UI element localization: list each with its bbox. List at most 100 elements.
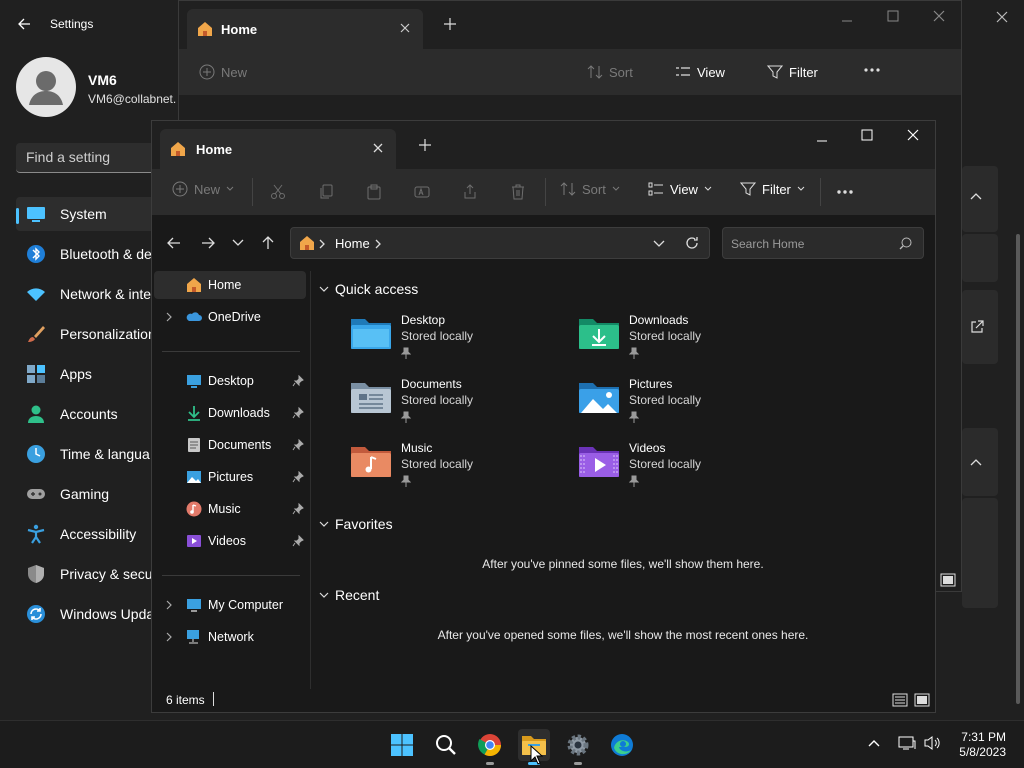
command-bar: New Sort View Filter xyxy=(179,49,961,95)
nav-item-privacy[interactable]: Privacy & secu xyxy=(16,557,166,591)
close-icon[interactable] xyxy=(990,8,1014,26)
edge-icon[interactable] xyxy=(606,729,638,761)
more-options-icon[interactable] xyxy=(863,67,881,73)
tab-home[interactable]: Home xyxy=(160,129,396,169)
settings-card[interactable] xyxy=(962,428,998,496)
sort-button[interactable]: Sort xyxy=(560,181,620,197)
status-bar: 6 items xyxy=(152,689,935,712)
show-hidden-icons-icon[interactable] xyxy=(868,739,880,747)
section-title: Favorites xyxy=(335,516,393,532)
scrollbar[interactable] xyxy=(1016,234,1020,704)
separator xyxy=(545,178,546,206)
sidebar-item-videos[interactable]: Videos xyxy=(154,527,306,555)
recent-locations-chevron-icon[interactable] xyxy=(232,239,244,247)
volume-icon[interactable] xyxy=(923,735,941,751)
nav-item-accessibility[interactable]: Accessibility xyxy=(16,517,166,551)
maximize-icon[interactable] xyxy=(887,10,899,22)
nav-item-windows-update[interactable]: Windows Upda xyxy=(16,597,166,631)
expand-chevron-icon[interactable] xyxy=(166,632,172,642)
settings-card[interactable] xyxy=(962,166,998,232)
sidebar-label: Desktop xyxy=(208,374,254,388)
nav-item-bluetooth[interactable]: Bluetooth & de xyxy=(16,237,166,271)
system-clock[interactable]: 7:31 PM 5/8/2023 xyxy=(959,730,1006,760)
collapse-chevron-icon xyxy=(319,592,329,598)
nav-item-accounts[interactable]: Accounts xyxy=(16,397,166,431)
expand-chevron-icon[interactable] xyxy=(166,312,172,322)
nav-item-apps[interactable]: Apps xyxy=(16,357,166,391)
sidebar-item-desktop[interactable]: Desktop xyxy=(154,367,306,395)
settings-icon[interactable] xyxy=(562,729,594,765)
search-input[interactable]: Search Home xyxy=(722,227,924,259)
filter-button[interactable]: Filter xyxy=(767,64,818,80)
more-options-icon[interactable] xyxy=(836,189,854,195)
new-tab-icon[interactable] xyxy=(418,138,432,152)
sidebar-item-pictures[interactable]: Pictures xyxy=(154,463,306,491)
nav-item-system[interactable]: System xyxy=(16,197,166,231)
sort-button[interactable]: Sort xyxy=(587,64,633,80)
back-arrow-icon[interactable] xyxy=(166,235,182,251)
quick-access-item-videos[interactable]: Videos Stored locally xyxy=(577,441,787,497)
settings-card[interactable] xyxy=(962,290,998,364)
nav-label: Windows Upda xyxy=(60,606,155,622)
quick-access-item-documents[interactable]: Documents Stored locally xyxy=(349,377,559,433)
close-tab-icon[interactable] xyxy=(372,142,384,154)
sidebar-item-network[interactable]: Network xyxy=(154,623,306,651)
view-button[interactable]: View xyxy=(675,64,725,80)
share-icon[interactable] xyxy=(462,184,478,200)
delete-icon[interactable] xyxy=(510,184,526,200)
quick-access-item-downloads[interactable]: Downloads Stored locally xyxy=(577,313,787,369)
sidebar-item-my-computer[interactable]: My Computer xyxy=(154,591,306,619)
filter-button[interactable]: Filter xyxy=(740,181,805,197)
breadcrumb-home[interactable]: Home xyxy=(335,236,370,251)
new-button[interactable]: New xyxy=(199,64,247,80)
sidebar-item-documents[interactable]: Documents xyxy=(154,431,306,459)
expand-chevron-icon[interactable] xyxy=(166,600,172,610)
pin-icon xyxy=(629,347,639,359)
nav-item-gaming[interactable]: Gaming xyxy=(16,477,166,511)
content-pane: Quick access Desktop Stored locally Down… xyxy=(311,271,935,689)
up-arrow-icon[interactable] xyxy=(260,235,276,251)
refresh-icon[interactable] xyxy=(685,236,699,250)
tab-bar: Home xyxy=(152,121,935,169)
start-icon[interactable] xyxy=(386,729,418,761)
large-icons-view-icon[interactable] xyxy=(914,693,930,707)
sidebar-item-home[interactable]: Home xyxy=(154,271,306,299)
chrome-icon[interactable] xyxy=(474,729,506,765)
network-status-icon[interactable] xyxy=(898,735,916,751)
view-button[interactable]: View xyxy=(648,181,712,197)
nav-item-personalization[interactable]: Personalization xyxy=(16,317,166,351)
address-bar[interactable]: Home xyxy=(290,227,710,259)
rename-icon[interactable] xyxy=(414,184,430,200)
cut-icon[interactable] xyxy=(270,184,286,200)
item-status: Stored locally xyxy=(629,457,702,471)
search-icon[interactable] xyxy=(430,729,462,761)
sidebar-item-downloads[interactable]: Downloads xyxy=(154,399,306,427)
close-tab-icon[interactable] xyxy=(399,22,411,34)
close-icon[interactable] xyxy=(907,129,919,141)
close-icon[interactable] xyxy=(933,10,945,22)
copy-icon[interactable] xyxy=(318,184,334,200)
pin-icon xyxy=(292,375,304,387)
minimize-icon[interactable] xyxy=(841,15,853,27)
quick-access-item-music[interactable]: Music Stored locally xyxy=(349,441,559,497)
nav-item-time-language[interactable]: Time & langua xyxy=(16,437,166,471)
recent-header[interactable]: Recent xyxy=(319,587,379,603)
maximize-icon[interactable] xyxy=(861,129,873,141)
quick-access-item-pictures[interactable]: Pictures Stored locally xyxy=(577,377,787,433)
nav-item-network[interactable]: Network & inte xyxy=(16,277,166,311)
item-name: Pictures xyxy=(629,377,673,391)
address-dropdown-icon[interactable] xyxy=(653,240,665,248)
favorites-header[interactable]: Favorites xyxy=(319,516,393,532)
details-view-icon[interactable] xyxy=(892,693,908,707)
forward-arrow-icon[interactable] xyxy=(200,235,216,251)
quick-access-item-desktop[interactable]: Desktop Stored locally xyxy=(349,313,559,369)
tab-home[interactable]: Home xyxy=(187,9,423,49)
paste-icon[interactable] xyxy=(366,184,382,200)
minimize-icon[interactable] xyxy=(816,135,828,147)
quick-access-header[interactable]: Quick access xyxy=(319,281,418,297)
back-arrow-icon[interactable] xyxy=(16,16,32,32)
sidebar-item-music[interactable]: Music xyxy=(154,495,306,523)
sidebar-item-onedrive[interactable]: OneDrive xyxy=(154,303,306,331)
new-tab-icon[interactable] xyxy=(443,17,457,31)
new-button[interactable]: New xyxy=(172,181,234,197)
